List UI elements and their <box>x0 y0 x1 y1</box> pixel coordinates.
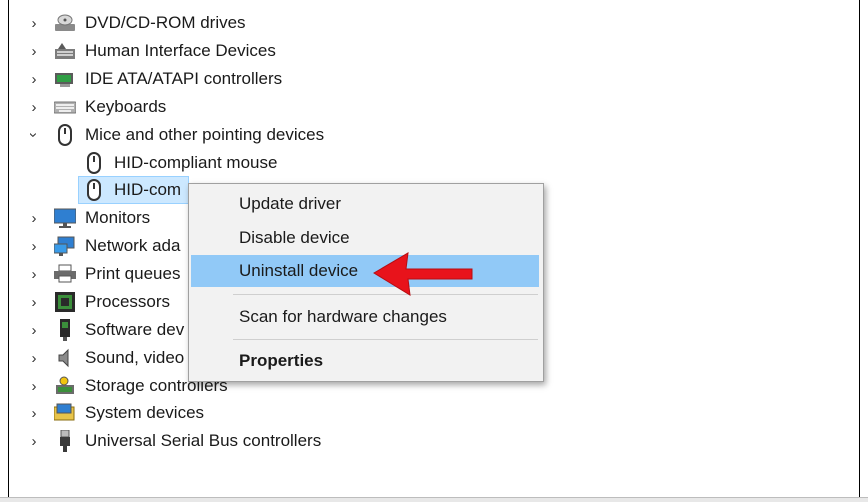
tree-item-label: Print queues <box>85 264 181 283</box>
tree-item-label: Network ada <box>85 236 181 255</box>
dvd-drive-icon <box>54 12 76 34</box>
tree-item-system-devices[interactable]: › System devices <box>0 399 600 427</box>
tree-item-label: Processors <box>85 292 171 311</box>
tree-item-label: Human Interface Devices <box>85 41 276 60</box>
tree-item-universal-serial-bus-controllers[interactable]: › Universal Serial Bus controllers <box>0 427 600 455</box>
mouse-icon <box>83 179 105 201</box>
tree-item-keyboards[interactable]: › Keyboards <box>0 93 600 121</box>
chevron-right-icon[interactable]: › <box>26 260 42 288</box>
tree-item-label: Sound, video <box>85 348 185 367</box>
storage-controller-icon <box>54 375 76 397</box>
context-menu: Update driver Disable device Uninstall d… <box>188 183 544 382</box>
printer-icon <box>54 263 76 285</box>
mouse-icon <box>54 124 76 146</box>
tree-child-hid-compliant-device-selected[interactable]: HID-com <box>0 176 190 204</box>
tree-item-label: Monitors <box>85 208 151 227</box>
speaker-icon <box>54 347 76 369</box>
keyboard-icon <box>54 96 76 118</box>
tree-item-label: Universal Serial Bus controllers <box>85 431 322 450</box>
tree-item-label: Mice and other pointing devices <box>85 125 325 144</box>
window-bottom-edge <box>0 497 868 502</box>
tree-item-label: HID-compliant mouse <box>114 153 278 172</box>
chevron-right-icon[interactable]: › <box>26 204 42 232</box>
chevron-right-icon[interactable]: › <box>26 37 42 65</box>
mouse-icon <box>83 152 105 174</box>
tree-item-label: Keyboards <box>85 97 167 116</box>
chevron-down-icon[interactable]: › <box>20 127 48 143</box>
tree-item-label: Software dev <box>85 320 185 339</box>
tree-item-label: System devices <box>85 403 205 422</box>
menu-item-update-driver[interactable]: Update driver <box>191 188 539 220</box>
chevron-right-icon[interactable]: › <box>26 399 42 427</box>
menu-item-uninstall-device[interactable]: Uninstall device <box>191 255 539 287</box>
tree-child-hid-compliant-mouse[interactable]: HID-compliant mouse <box>0 149 600 177</box>
chevron-right-icon[interactable]: › <box>26 9 42 37</box>
tree-item-human-interface-devices[interactable]: › Human Interface Devices <box>0 37 600 65</box>
chevron-right-icon[interactable]: › <box>26 316 42 344</box>
chevron-right-icon[interactable]: › <box>26 372 42 400</box>
chevron-right-icon[interactable]: › <box>26 232 42 260</box>
chevron-right-icon[interactable]: › <box>26 93 42 121</box>
menu-item-disable-device[interactable]: Disable device <box>191 222 539 254</box>
chevron-right-icon[interactable]: › <box>26 65 42 93</box>
tree-item-label: HID-com <box>114 180 182 199</box>
system-devices-icon <box>54 402 76 424</box>
processor-icon <box>54 291 76 313</box>
tree-item-ide-ata-atapi-controllers[interactable]: › IDE ATA/ATAPI controllers <box>0 65 600 93</box>
menu-separator <box>233 339 538 340</box>
human-interface-device-icon <box>54 40 76 62</box>
monitor-icon <box>54 207 76 229</box>
chevron-right-icon[interactable]: › <box>26 427 42 455</box>
tree-item-dvd-cd-rom-drives[interactable]: › DVD/CD-ROM drives <box>0 9 600 37</box>
chevron-right-icon[interactable]: › <box>26 288 42 316</box>
ide-controller-icon <box>54 68 76 90</box>
usb-icon <box>54 430 76 452</box>
red-arrow-annotation-icon <box>373 252 473 296</box>
tree-item-label: IDE ATA/ATAPI controllers <box>85 69 283 88</box>
network-adapter-icon <box>54 235 76 257</box>
menu-item-scan-for-hardware-changes[interactable]: Scan for hardware changes <box>191 301 539 333</box>
menu-item-properties[interactable]: Properties <box>191 345 539 377</box>
tree-item-mice-and-other-pointing-devices[interactable]: › Mice and other pointing devices <box>0 121 600 149</box>
tree-item-label: DVD/CD-ROM drives <box>85 13 246 32</box>
chevron-right-icon[interactable]: › <box>26 344 42 372</box>
software-device-icon <box>54 319 76 341</box>
